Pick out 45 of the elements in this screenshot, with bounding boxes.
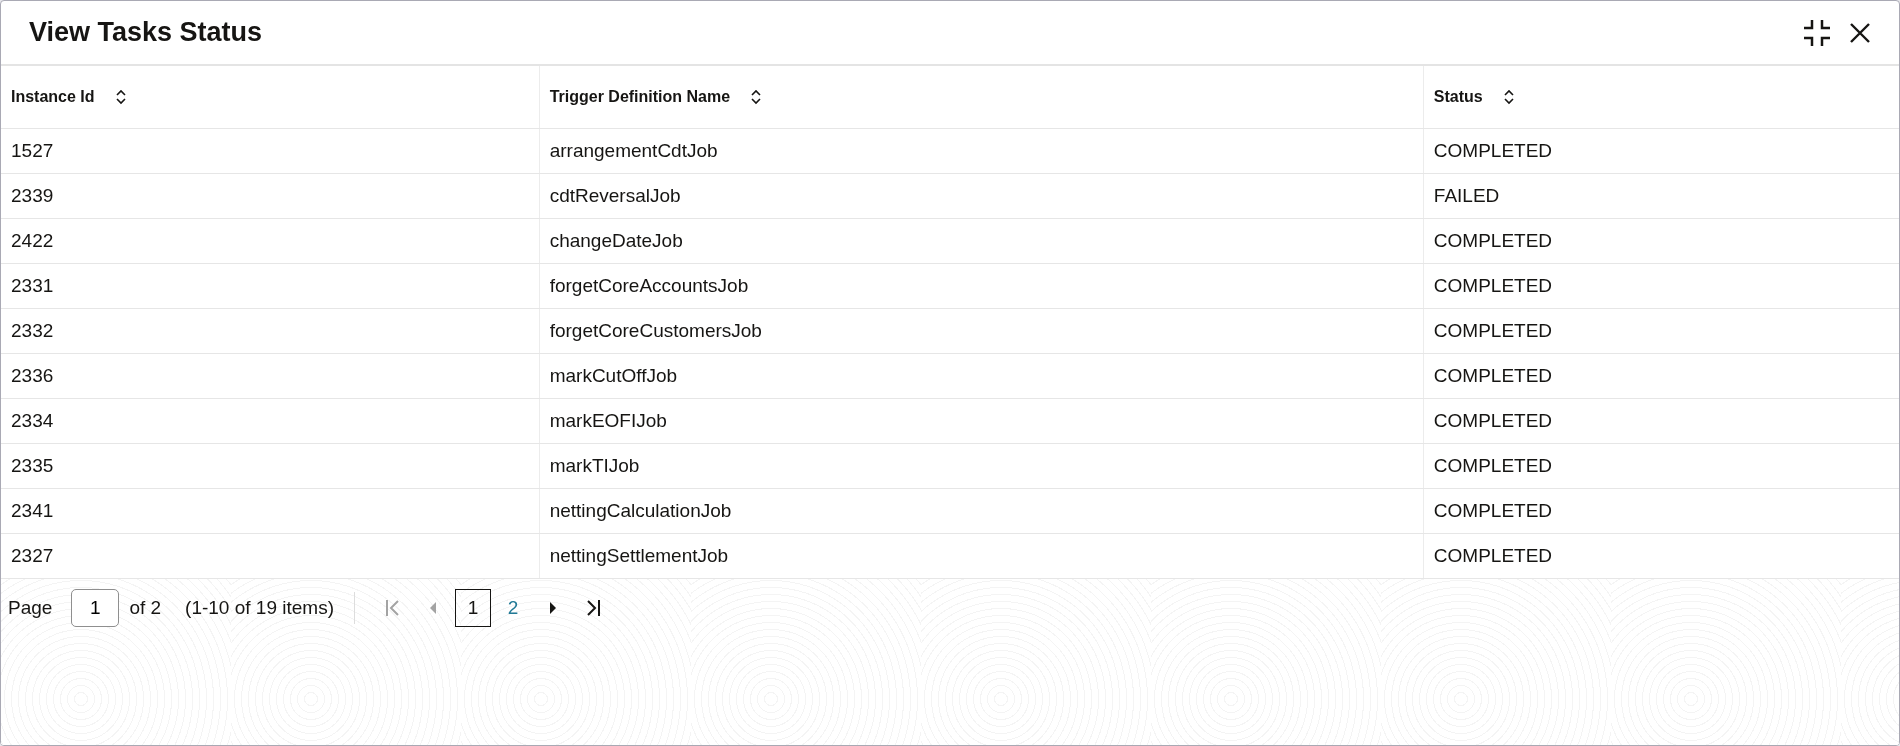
table-cell: nettingCalculationJob bbox=[549, 500, 732, 521]
table-cell: markTIJob bbox=[549, 455, 640, 476]
table-cell: COMPLETED bbox=[1433, 320, 1553, 341]
table-cell: COMPLETED bbox=[1433, 410, 1553, 431]
table-cell: FAILED bbox=[1433, 185, 1500, 206]
table-cell: changeDateJob bbox=[549, 230, 683, 251]
dialog-title: View Tasks Status bbox=[29, 17, 264, 48]
table-cell: 2336 bbox=[11, 365, 54, 386]
table-cell: COMPLETED bbox=[1433, 500, 1553, 521]
table-cell: COMPLETED bbox=[1433, 230, 1553, 251]
page-input[interactable]: 1 bbox=[71, 589, 120, 627]
table-cell: COMPLETED bbox=[1433, 455, 1553, 476]
column-header: Instance Id bbox=[11, 88, 95, 106]
collapse-icon bbox=[1803, 18, 1831, 47]
table-cell: 2331 bbox=[11, 275, 54, 296]
page-count: of 2 bbox=[129, 597, 162, 619]
sort-icon bbox=[114, 89, 127, 105]
table-cell: COMPLETED bbox=[1433, 545, 1553, 566]
table-cell: 1527 bbox=[11, 140, 54, 161]
page-button[interactable]: 1 bbox=[455, 589, 491, 627]
table-cell: 2422 bbox=[11, 230, 54, 251]
sort-icon bbox=[1502, 89, 1515, 105]
table-cell: 2341 bbox=[11, 500, 54, 521]
table-cell: 2339 bbox=[11, 185, 54, 206]
table-cell: 2332 bbox=[11, 320, 54, 341]
table-cell: forgetCoreAccountsJob bbox=[549, 275, 749, 296]
table-cell: markEOFIJob bbox=[549, 410, 667, 431]
column-header: Status bbox=[1433, 88, 1483, 106]
table-cell: COMPLETED bbox=[1433, 365, 1553, 386]
sort-icon bbox=[750, 89, 763, 105]
table-cell: arrangementCdtJob bbox=[549, 140, 718, 161]
table-cell: COMPLETED bbox=[1433, 140, 1553, 161]
table-cell: 2335 bbox=[11, 455, 54, 476]
table-cell: nettingSettlementJob bbox=[549, 545, 729, 566]
table-cell: cdtReversalJob bbox=[549, 185, 681, 206]
item-range: (1-10 of 19 items) bbox=[185, 597, 334, 619]
table-cell: forgetCoreCustomersJob bbox=[549, 320, 762, 341]
column-header: Trigger Definition Name bbox=[549, 88, 731, 106]
close-icon bbox=[1849, 21, 1871, 44]
table-cell: 2334 bbox=[11, 410, 54, 431]
table-cell: markCutOffJob bbox=[549, 365, 678, 386]
page-label: Page bbox=[8, 597, 53, 619]
page-button[interactable]: 2 bbox=[495, 589, 531, 627]
table-cell: 2327 bbox=[11, 545, 54, 566]
table-cell: COMPLETED bbox=[1433, 275, 1553, 296]
